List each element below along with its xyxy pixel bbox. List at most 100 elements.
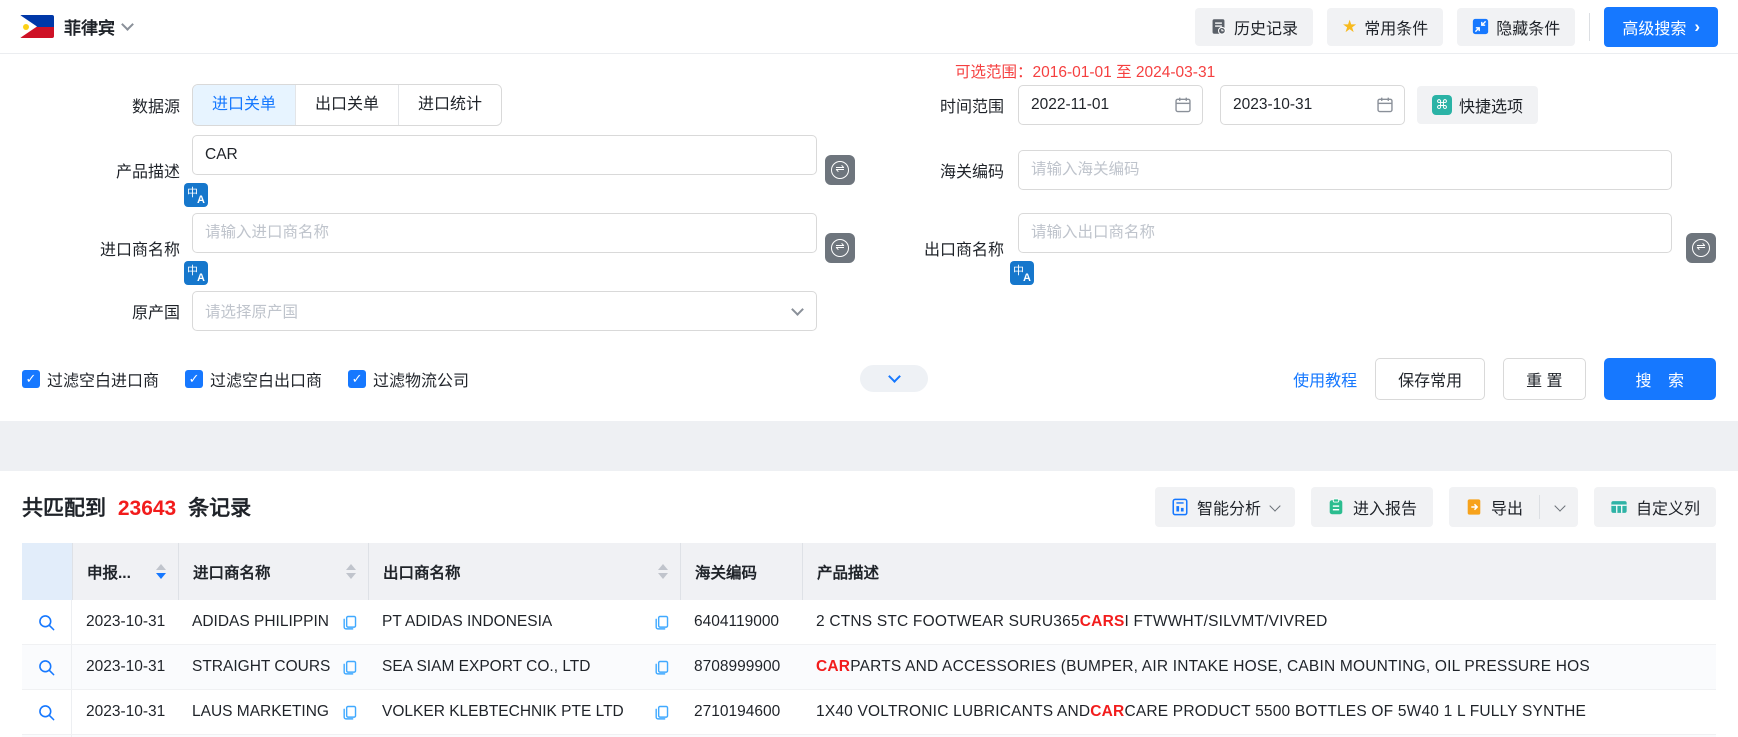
synonym-expand-button[interactable]: ⇌ bbox=[825, 233, 855, 263]
row-search-button[interactable] bbox=[22, 600, 72, 644]
checkbox-checked-icon: ✓ bbox=[22, 370, 40, 388]
collapse-icon bbox=[1472, 18, 1489, 35]
row-hscode: 8708999900 bbox=[680, 645, 802, 689]
customize-columns-button[interactable]: 自定义列 bbox=[1594, 487, 1716, 527]
product-description-input[interactable] bbox=[192, 135, 817, 175]
checkbox-checked-icon: ✓ bbox=[348, 370, 366, 388]
topbar-divider bbox=[1589, 13, 1590, 41]
row-description: 2 CTNS STC FOOTWEAR SURU365 CARS I FTWWH… bbox=[802, 600, 1716, 644]
column-header-hscode: 海关编码 bbox=[680, 543, 802, 600]
chevron-down-icon bbox=[791, 303, 804, 316]
row-search-button[interactable] bbox=[22, 645, 72, 689]
save-common-button[interactable]: 保存常用 bbox=[1375, 358, 1485, 400]
advanced-search-button[interactable]: 高级搜索 › bbox=[1604, 7, 1718, 47]
checkbox-filter-blank-importer[interactable]: ✓ 过滤空白进口商 bbox=[22, 367, 159, 391]
sort-icons[interactable] bbox=[346, 564, 356, 579]
star-icon: ★ bbox=[1342, 18, 1357, 35]
table-row: 2023-10-31 LAUS MARKETING VOLKER KLEBTEC… bbox=[22, 690, 1716, 735]
copy-icon[interactable] bbox=[341, 704, 358, 721]
expand-more-filters-button[interactable] bbox=[860, 365, 928, 392]
checkbox-filter-logistics[interactable]: ✓ 过滤物流公司 bbox=[348, 367, 469, 391]
synonym-expand-button[interactable]: ⇌ bbox=[1686, 233, 1716, 263]
filter-actions-row: ✓ 过滤空白进口商 ✓ 过滤空白出口商 ✓ 过滤物流公司 使用教程 保存常用 重… bbox=[22, 357, 1716, 401]
start-date-input[interactable]: 2022-11-01 bbox=[1018, 85, 1203, 125]
filter-panel: 可选范围：2016-01-01 至 2024-03-31 数据源 进口关单 出口… bbox=[0, 54, 1738, 401]
origin-country-select[interactable]: 请选择原产国 bbox=[192, 291, 817, 331]
row-description: 1X40 VOLTRONIC LUBRICANTS AND CAR CARE P… bbox=[802, 690, 1716, 734]
copy-icon[interactable] bbox=[341, 614, 358, 631]
reset-button[interactable]: 重 置 bbox=[1503, 358, 1585, 400]
tab-export-declarations[interactable]: 出口关单 bbox=[295, 85, 398, 125]
date-range-hint: 可选范围：2016-01-01 至 2024-03-31 bbox=[955, 60, 1215, 82]
export-button[interactable]: 导出 bbox=[1449, 487, 1539, 527]
datasource-tabs: 进口关单 出口关单 进口统计 bbox=[192, 84, 502, 126]
datasource-label: 数据源 bbox=[22, 93, 192, 117]
copy-icon[interactable] bbox=[653, 704, 670, 721]
row-search-button[interactable] bbox=[22, 690, 72, 734]
section-divider bbox=[0, 421, 1738, 471]
synonym-expand-button[interactable]: ⇌ bbox=[825, 155, 855, 185]
favorites-button[interactable]: ★ 常用条件 bbox=[1327, 8, 1443, 46]
table-row: 2023-10-31 STRAIGHT COURS SEA SIAM EXPOR… bbox=[22, 645, 1716, 690]
row-importer-text[interactable]: STRAIGHT COURS bbox=[192, 658, 330, 676]
hide-conditions-button[interactable]: 隐藏条件 bbox=[1457, 8, 1575, 46]
checkbox-filter-blank-exporter[interactable]: ✓ 过滤空白出口商 bbox=[185, 367, 322, 391]
export-dropdown-button[interactable] bbox=[1540, 487, 1578, 527]
synonym-icon: ⇌ bbox=[831, 239, 849, 257]
row-exporter-text[interactable]: SEA SIAM EXPORT CO., LTD bbox=[382, 658, 590, 676]
row-exporter-text[interactable]: PT ADIDAS INDONESIA bbox=[382, 613, 552, 631]
exporter-name-input[interactable] bbox=[1018, 213, 1672, 253]
country-chevron-down-icon[interactable] bbox=[121, 18, 134, 31]
columns-icon bbox=[1610, 498, 1628, 516]
importer-name-label: 进口商名称 bbox=[22, 236, 192, 260]
results-table: 申报... 进口商名称 出口商名称 海关编码 产品描述 2023-10-31 bbox=[22, 543, 1716, 737]
tab-import-declarations[interactable]: 进口关单 bbox=[193, 85, 295, 125]
country-selector-label[interactable]: 菲律宾 bbox=[64, 14, 115, 39]
search-button[interactable]: 搜 索 bbox=[1604, 358, 1716, 400]
report-icon bbox=[1327, 498, 1345, 516]
row-description: CAR PARTS AND ACCESSORIES (BUMPER, AIR I… bbox=[802, 645, 1716, 689]
calendar-icon bbox=[1174, 96, 1192, 114]
translate-icon[interactable]: 中 A bbox=[1010, 261, 1034, 285]
command-icon: ⌘ bbox=[1432, 95, 1452, 115]
sort-icons[interactable] bbox=[658, 564, 668, 579]
history-button[interactable]: 历史记录 bbox=[1195, 8, 1313, 46]
row-importer-text[interactable]: ADIDAS PHILIPPIN bbox=[192, 613, 329, 631]
table-body: 2023-10-31 ADIDAS PHILIPPIN PT ADIDAS IN… bbox=[22, 600, 1716, 737]
enter-report-button[interactable]: 进入报告 bbox=[1311, 487, 1433, 527]
importer-name-input[interactable] bbox=[192, 213, 817, 253]
translate-icon[interactable]: 中 A bbox=[184, 183, 208, 207]
row-importer-text[interactable]: LAUS MARKETING bbox=[192, 703, 329, 721]
tutorial-link[interactable]: 使用教程 bbox=[1293, 367, 1357, 391]
smart-analysis-button[interactable]: 智能分析 bbox=[1155, 487, 1295, 527]
quick-options-button[interactable]: ⌘ 快捷选项 bbox=[1417, 86, 1538, 124]
copy-icon[interactable] bbox=[653, 614, 670, 631]
analysis-icon bbox=[1171, 498, 1189, 516]
calendar-icon bbox=[1376, 96, 1394, 114]
column-header-date[interactable]: 申报... bbox=[72, 543, 178, 600]
column-header-importer[interactable]: 进口商名称 bbox=[178, 543, 368, 600]
sort-icons[interactable] bbox=[156, 564, 166, 579]
hs-code-input[interactable] bbox=[1018, 150, 1672, 190]
row-hscode: 6404119000 bbox=[680, 600, 802, 644]
history-icon bbox=[1210, 18, 1227, 35]
chevron-down-icon bbox=[888, 370, 901, 383]
magnifier-icon bbox=[37, 613, 56, 632]
translate-icon[interactable]: 中 A bbox=[184, 261, 208, 285]
row-date: 2023-10-31 bbox=[72, 645, 178, 689]
magnifier-icon bbox=[37, 658, 56, 677]
end-date-input[interactable]: 2023-10-31 bbox=[1220, 85, 1405, 125]
copy-icon[interactable] bbox=[653, 659, 670, 676]
match-count-value: 23643 bbox=[112, 497, 182, 520]
match-count-title: 共匹配到 23643 条记录 bbox=[22, 492, 251, 522]
tab-import-statistics[interactable]: 进口统计 bbox=[398, 85, 501, 125]
row-hscode: 2710194600 bbox=[680, 690, 802, 734]
topbar: 菲律宾 历史记录 ★ 常用条件 隐藏条件 高级搜索 › bbox=[0, 0, 1738, 54]
row-action-column-header bbox=[22, 543, 72, 600]
row-exporter-text[interactable]: VOLKER KLEBTECHNIK PTE LTD bbox=[382, 703, 624, 721]
column-header-exporter[interactable]: 出口商名称 bbox=[368, 543, 680, 600]
copy-icon[interactable] bbox=[341, 659, 358, 676]
magnifier-icon bbox=[37, 703, 56, 722]
chevron-down-icon bbox=[1269, 500, 1280, 511]
table-header-row: 申报... 进口商名称 出口商名称 海关编码 产品描述 bbox=[22, 543, 1716, 600]
